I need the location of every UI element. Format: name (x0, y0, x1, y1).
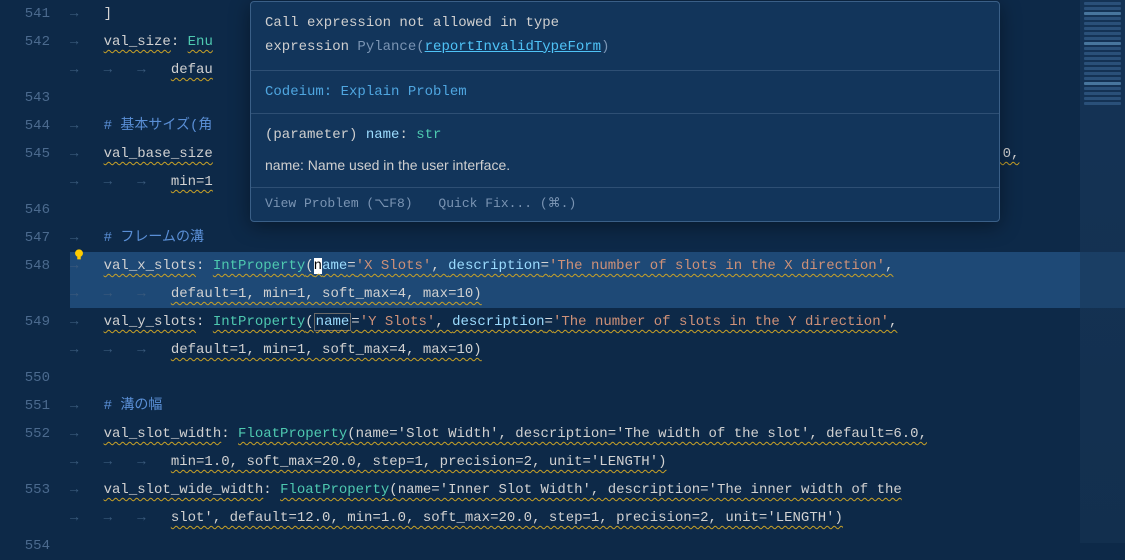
line-number: 543 (0, 84, 50, 112)
line-number (0, 448, 50, 476)
code-line[interactable]: → # 溝の幅 (70, 392, 1125, 420)
code-line[interactable]: → → → min=1.0, soft_max=20.0, step=1, pr… (70, 448, 1125, 476)
quick-fix-action[interactable]: Quick Fix... (⌘.) (438, 196, 576, 211)
hover-actions: View Problem (⌥F8) Quick Fix... (⌘.) (251, 188, 999, 221)
line-number: 551 (0, 392, 50, 420)
line-number (0, 336, 50, 364)
code-line[interactable]: → val_slot_wide_width: FloatProperty(nam… (70, 476, 1125, 504)
code-line[interactable]: → val_slot_width: FloatProperty(name='Sl… (70, 420, 1125, 448)
line-number: 547 (0, 224, 50, 252)
pylance-rule-link[interactable]: reportInvalidTypeForm (425, 39, 601, 55)
line-number: 541 (0, 0, 50, 28)
minimap[interactable] (1080, 0, 1125, 543)
code-line[interactable]: → → → slot', default=12.0, min=1.0, soft… (70, 504, 1125, 532)
code-line[interactable]: → → → default=1, min=1, soft_max=4, max=… (70, 280, 1125, 308)
codeium-action[interactable]: Codeium: Explain Problem (251, 71, 999, 114)
lightbulb-icon[interactable] (72, 248, 86, 262)
code-line[interactable]: → → → default=1, min=1, soft_max=4, max=… (70, 336, 1125, 364)
line-number: 553 (0, 476, 50, 504)
line-number-gutter: 541 542 543 544 545 546 547 548 549 550 … (0, 0, 70, 543)
line-number: 554 (0, 532, 50, 560)
line-number: 545 (0, 140, 50, 168)
code-line[interactable] (70, 364, 1125, 392)
code-line-active[interactable]: → val_x_slots: IntProperty(name='X Slots… (70, 252, 1125, 280)
line-number (0, 56, 50, 84)
view-problem-action[interactable]: View Problem (⌥F8) (265, 196, 413, 211)
line-number (0, 280, 50, 308)
line-number: 544 (0, 112, 50, 140)
code-line[interactable]: → # フレームの溝 (70, 224, 1125, 252)
line-number: 546 (0, 196, 50, 224)
line-number (0, 504, 50, 532)
hover-tooltip: Call expression not allowed in type expr… (250, 1, 1000, 222)
line-number (0, 168, 50, 196)
line-number: 552 (0, 420, 50, 448)
line-number: 548 (0, 252, 50, 280)
line-number: 542 (0, 28, 50, 56)
line-number: 549 (0, 308, 50, 336)
line-number: 550 (0, 364, 50, 392)
diagnostic-message: Call expression not allowed in type expr… (251, 2, 999, 71)
code-line[interactable] (70, 532, 1125, 560)
code-line[interactable]: → val_y_slots: IntProperty(name='Y Slots… (70, 308, 1125, 336)
parameter-info: (parameter) name: str name: Name used in… (251, 114, 999, 188)
